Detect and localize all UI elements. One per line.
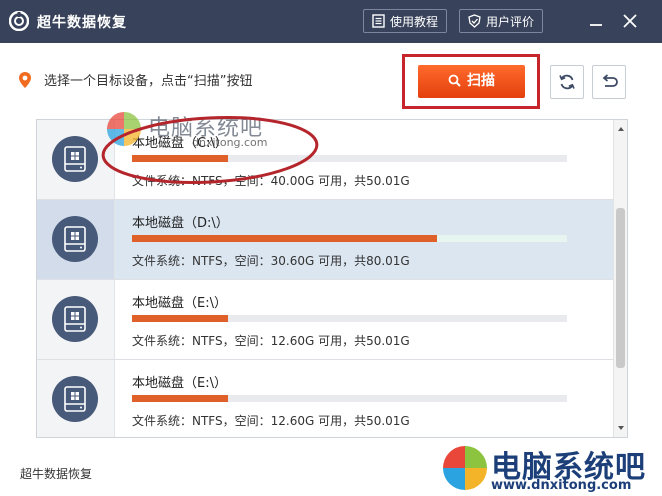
title-bar: 超牛数据恢复 使用教程 用户评价 [0, 0, 662, 43]
disk-info: 文件系统：NTFS，空间：40.00G 可用，共50.01G [132, 174, 410, 188]
instruction-hint: 选择一个目标设备，点击“扫描”按钮 [44, 74, 253, 89]
disk-name: 本地磁盘（E:\） [132, 296, 227, 311]
scroll-thumb[interactable] [616, 208, 625, 368]
tutorial-button[interactable]: 使用教程 [363, 9, 448, 33]
hard-drive-icon [64, 386, 86, 412]
usage-bar [132, 395, 567, 402]
disk-info: 文件系统：NTFS，空间：30.60G 可用，共80.01G [132, 254, 410, 268]
disk-icon-cell [37, 280, 115, 359]
refresh-icon [559, 74, 575, 90]
disk-info: 文件系统：NTFS，空间：12.60G 可用，共50.01G [132, 334, 410, 348]
book-icon [372, 14, 385, 28]
watermark-bottom-en: www.dnxitong.com [491, 478, 632, 493]
disk-row[interactable]: 本地磁盘（E:\） 文件系统：NTFS，空间：12.60G 可用，共50.01G [37, 280, 613, 360]
scroll-up-icon[interactable] [615, 123, 627, 135]
search-icon [448, 74, 461, 87]
usage-bar [132, 315, 567, 322]
disk-row[interactable]: 本地磁盘（D:\） 文件系统：NTFS，空间：30.60G 可用，共80.01G [37, 200, 613, 280]
close-icon[interactable] [619, 10, 641, 32]
hard-drive-icon [64, 146, 86, 172]
watermark-top: 电脑系统吧 dnxitong.com [104, 110, 284, 150]
windows-logo-icon [443, 446, 487, 490]
hard-drive-icon [64, 306, 86, 332]
windows-logo-icon [107, 112, 141, 146]
footer-app-name: 超牛数据恢复 [20, 467, 93, 481]
usage-bar-fill [132, 395, 228, 402]
scroll-down-icon[interactable] [615, 422, 627, 434]
disk-icon [52, 136, 98, 182]
disk-info: 文件系统：NTFS，空间：12.60G 可用，共50.01G [132, 414, 410, 428]
disk-name: 本地磁盘（E:\） [132, 376, 227, 391]
usage-bar-fill [132, 315, 228, 322]
disk-name: 本地磁盘（D:\） [132, 216, 229, 231]
disk-icon [52, 376, 98, 422]
app-logo-icon [9, 11, 29, 31]
watermark-top-en: dnxitong.com [192, 136, 268, 149]
user-review-button[interactable]: 用户评价 [459, 9, 544, 33]
hard-drive-icon [64, 226, 86, 252]
scan-label: 扫描 [467, 73, 495, 89]
location-pin-icon [19, 72, 31, 88]
usage-bar-fill [132, 155, 228, 162]
refresh-button[interactable] [550, 65, 584, 99]
usage-bar [132, 155, 567, 162]
usage-bar-fill [132, 235, 437, 242]
tutorial-label: 使用教程 [390, 15, 439, 29]
minimize-icon[interactable] [585, 10, 607, 32]
back-button[interactable] [592, 65, 626, 99]
back-icon [602, 74, 618, 87]
disk-icon-cell [37, 360, 115, 437]
shield-icon [468, 14, 481, 28]
disk-icon [52, 296, 98, 342]
scrollbar[interactable] [613, 120, 627, 437]
disk-icon [52, 216, 98, 262]
user-review-label: 用户评价 [486, 15, 535, 29]
usage-bar [132, 235, 567, 242]
disk-list: 本地磁盘（C:\） 文件系统：NTFS，空间：40.00G 可用，共50.01G 本… [36, 119, 628, 438]
watermark-bottom: 电脑系统吧 www.dnxitong.com [439, 440, 662, 496]
disk-icon-cell [37, 200, 115, 279]
scan-button[interactable]: 扫描 [418, 65, 525, 98]
app-title: 超牛数据恢复 [37, 15, 127, 31]
disk-row[interactable]: 本地磁盘（E:\） 文件系统：NTFS，空间：12.60G 可用，共50.01G [37, 360, 613, 437]
